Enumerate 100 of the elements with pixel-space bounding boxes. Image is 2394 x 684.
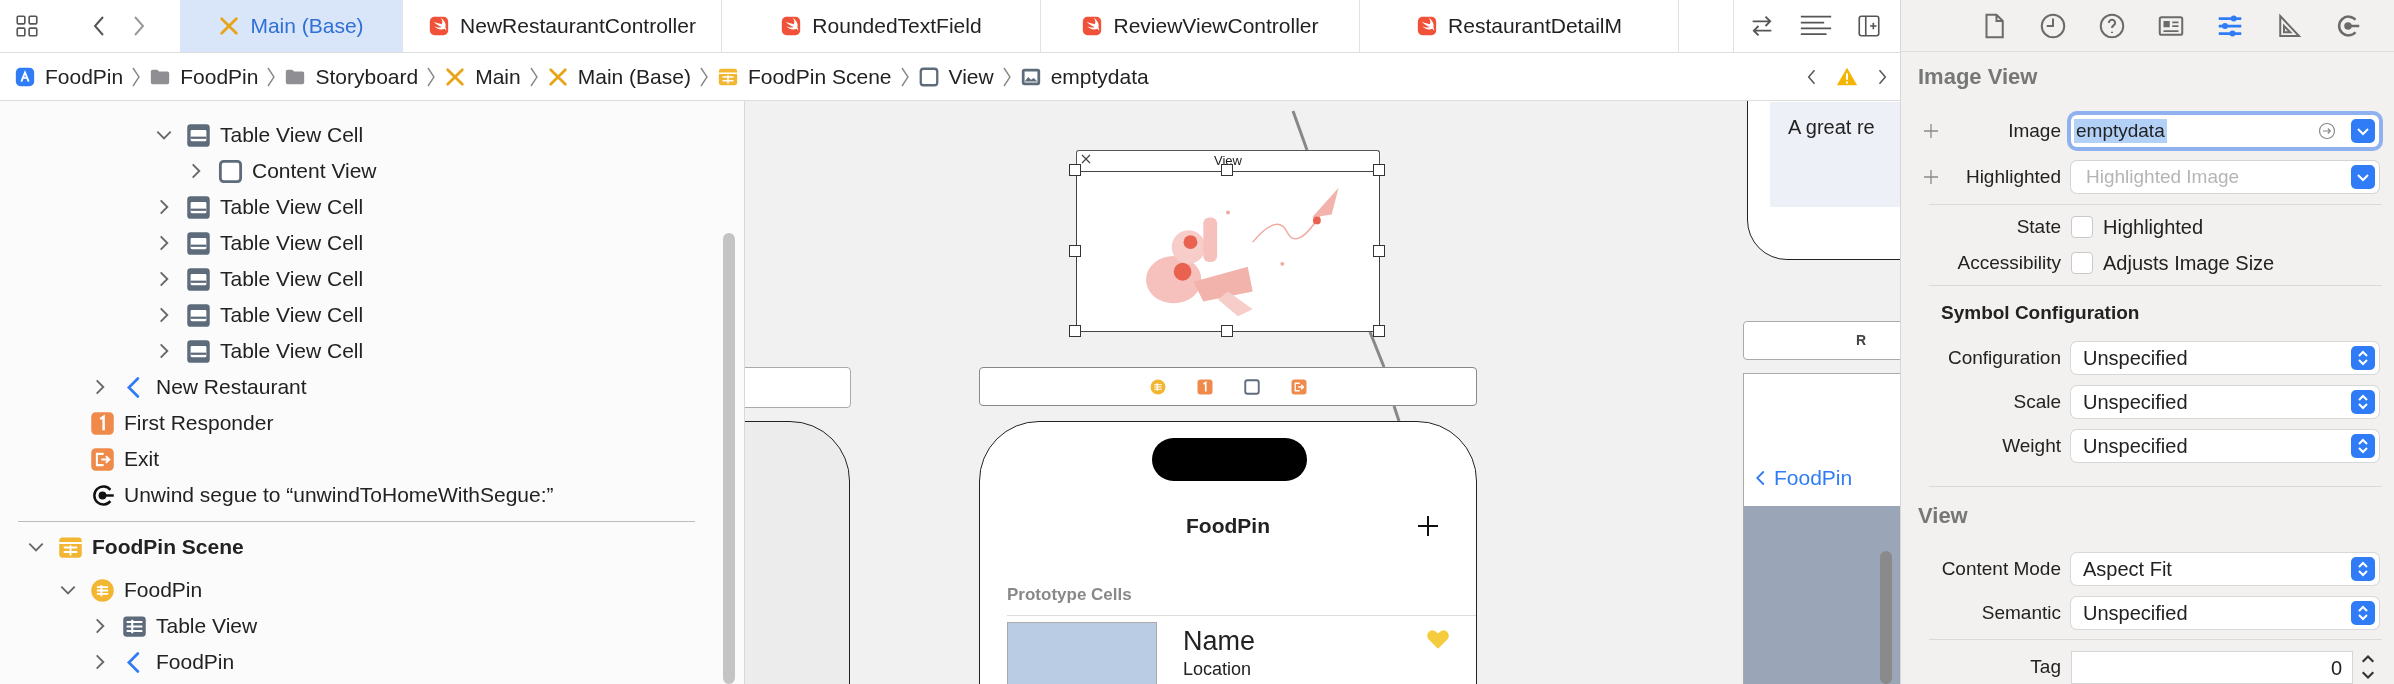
dropdown-icon[interactable] — [2351, 165, 2375, 189]
number-field[interactable]: 0 — [2071, 650, 2353, 684]
x-mark-icon — [218, 15, 241, 37]
resize-handle[interactable] — [1221, 164, 1233, 176]
field-label: Accessibility — [1956, 252, 2062, 274]
cell-icon — [185, 193, 212, 221]
breadcrumb-item[interactable]: emptydata — [1019, 64, 1149, 89]
outline-item[interactable]: Table View Cell — [220, 339, 364, 363]
popup-button[interactable]: Unspecified — [2071, 597, 2379, 629]
popup-button[interactable]: Unspecified — [2071, 342, 2379, 374]
cell-icon — [185, 337, 212, 365]
x-mark-icon — [444, 65, 467, 88]
outline-item[interactable]: Content View — [252, 159, 377, 183]
up-down-icon — [2351, 434, 2375, 458]
description-label: A great re — [1788, 116, 1875, 138]
bird-icon — [780, 15, 803, 37]
field-label: Configuration — [1946, 347, 2062, 369]
bird-icon — [1416, 15, 1439, 37]
field-label: Scale — [2012, 391, 2062, 413]
scene-title: R — [1856, 332, 1867, 348]
breadcrumb-item[interactable]: Main (Base) — [546, 64, 691, 89]
square-icon — [917, 65, 940, 88]
breadcrumb-item[interactable]: FoodPin — [14, 64, 124, 89]
popup-button[interactable]: Aspect Fit — [2071, 553, 2379, 585]
section-header: Prototype Cells — [1007, 585, 1476, 616]
field-label: Semantic — [1980, 602, 2062, 624]
field-label: Tag — [2029, 656, 2062, 678]
outline-item[interactable]: FoodPin — [124, 578, 203, 602]
checkbox-label: Highlighted — [2103, 215, 2204, 239]
resize-handle[interactable] — [1069, 244, 1081, 257]
breadcrumb-item[interactable]: Main — [444, 64, 521, 89]
checkbox[interactable] — [2071, 252, 2093, 274]
cell-icon — [185, 229, 212, 257]
grid-icon[interactable] — [14, 13, 40, 39]
square-icon[interactable] — [1242, 377, 1261, 396]
checkbox[interactable] — [2071, 216, 2093, 238]
arrow-circle-icon[interactable] — [2317, 121, 2337, 141]
outline-item[interactable]: Table View Cell — [220, 195, 364, 219]
outline-item[interactable]: Table View Cell — [220, 231, 364, 255]
app-icon — [14, 65, 36, 88]
up-down-icon — [2351, 601, 2375, 625]
outline-item[interactable]: Unwind segue to “unwindToHomeWithSegue:” — [124, 483, 554, 507]
resize-handle[interactable] — [1069, 164, 1081, 176]
resize-handle[interactable] — [1373, 164, 1385, 176]
field-label: Image — [2007, 120, 2062, 142]
outline-item[interactable]: Table View Cell — [220, 267, 364, 291]
editor-tab[interactable]: RestaurantDetailM — [1360, 0, 1679, 52]
field-label: State — [2015, 216, 2062, 238]
section-title: View — [1917, 502, 1969, 530]
outline-item[interactable]: Table View — [156, 614, 258, 638]
popup-button[interactable]: Unspecified — [2071, 386, 2379, 418]
square-icon — [217, 157, 244, 185]
outline-item[interactable]: First Responder — [124, 411, 274, 435]
field-label: Content Mode — [1940, 558, 2062, 580]
resize-handle[interactable] — [1221, 325, 1233, 337]
name-label: Name — [1183, 626, 1256, 657]
outline-item[interactable]: Exit — [124, 447, 159, 471]
outline-item[interactable]: Table View Cell — [220, 123, 364, 147]
breadcrumb-item[interactable]: Storyboard — [284, 64, 419, 89]
field-label: Weight — [2001, 435, 2062, 457]
up-down-icon — [2351, 390, 2375, 414]
outline-item[interactable]: New Restaurant — [156, 375, 307, 399]
responder-icon — [89, 409, 116, 437]
field-label: Highlighted — [1964, 166, 2062, 188]
editor-tab[interactable]: RoundedTextField — [722, 0, 1041, 52]
editor-tab[interactable]: ReviewViewController — [1041, 0, 1360, 52]
cell-icon — [185, 301, 212, 329]
resize-handle[interactable] — [1373, 325, 1385, 337]
cell-icon — [185, 121, 212, 149]
editor-tab[interactable]: NewRestaurantController — [403, 0, 722, 52]
nav-title: FoodPin — [1186, 514, 1270, 538]
section-title: Image View — [1917, 63, 2039, 91]
location-label: Location — [1183, 659, 1253, 680]
breadcrumb-item[interactable]: FoodPin Scene — [716, 64, 892, 89]
breadcrumb-item[interactable]: View — [917, 64, 994, 89]
outline-item[interactable]: FoodPin — [156, 650, 235, 674]
exit-icon — [89, 445, 116, 473]
outline-item[interactable]: FoodPin Scene — [92, 535, 244, 559]
resize-handle[interactable] — [1069, 325, 1081, 337]
table-circle-icon — [89, 576, 116, 604]
cell-icon — [185, 265, 212, 293]
bird-icon — [1081, 15, 1104, 37]
x-mark-icon — [546, 65, 569, 88]
subsection-title: Symbol Configuration — [1940, 301, 2141, 325]
add-icon[interactable] — [1416, 514, 1440, 538]
breadcrumb-item[interactable]: FoodPin — [149, 64, 259, 89]
checkbox-label: Adjusts Image Size — [2103, 251, 2275, 275]
add-editor-icon[interactable] — [1856, 13, 1882, 39]
outline-item[interactable]: Table View Cell — [220, 303, 364, 327]
scrollbar[interactable] — [1880, 551, 1892, 684]
up-down-icon — [2351, 557, 2375, 581]
up-down-icon — [2351, 346, 2375, 370]
close-icon[interactable] — [1081, 154, 1091, 164]
popup-button[interactable]: Unspecified — [2071, 430, 2379, 462]
dropdown-icon[interactable] — [2351, 119, 2375, 143]
scrollbar[interactable] — [723, 233, 735, 684]
back-button[interactable]: FoodPin — [1752, 466, 1853, 490]
editor-tab[interactable]: Main (Base) — [180, 0, 403, 52]
connector-line — [1291, 110, 1309, 151]
bird-icon — [428, 15, 451, 37]
